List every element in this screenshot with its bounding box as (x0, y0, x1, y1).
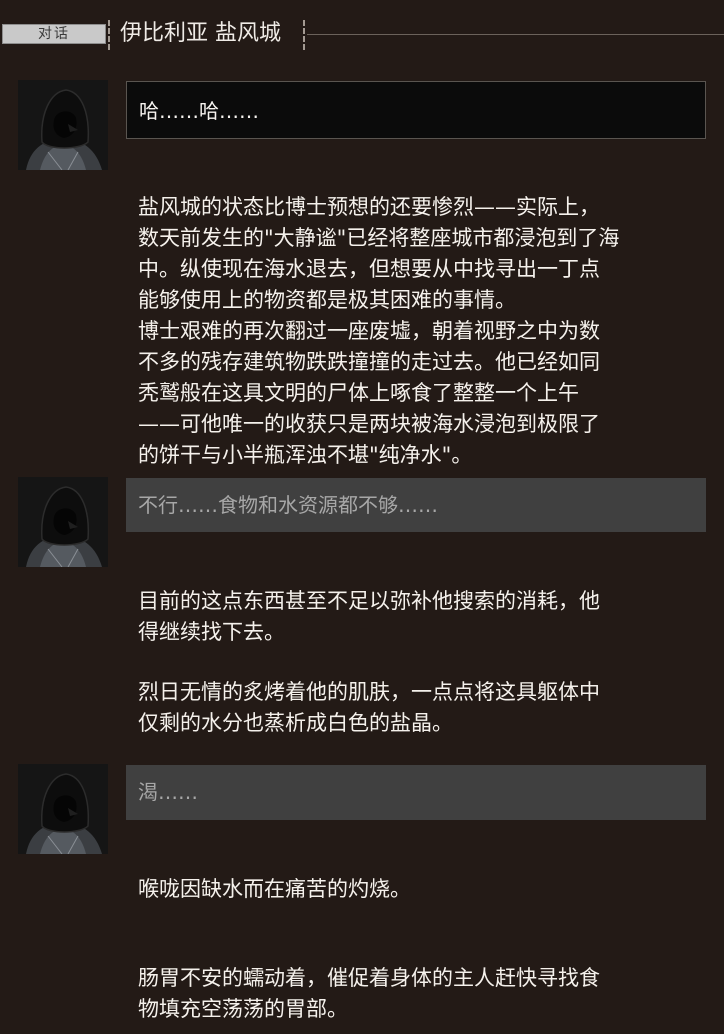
header-divider-right (303, 20, 307, 50)
narration-paragraph: 烈日无情的炙烤着他的肌肤，一点点将这具躯体中 仅剩的水分也蒸析成白色的盐晶。 (138, 677, 698, 739)
header-rule (307, 34, 724, 35)
hooded-figure-portrait (18, 477, 108, 567)
narration-line: 数天前发生的"大静谧"已经将整座城市都浸泡到了海 (138, 226, 620, 250)
speaker-avatar (18, 477, 108, 567)
narration-line: 不多的残存建筑物跌跌撞撞的走过去。他已经如同 (138, 350, 600, 374)
narration-line: 得继续找下去。 (138, 620, 285, 644)
dialogue-box[interactable]: 渴…… (126, 765, 706, 820)
narration-line: ——可他唯一的收获只是两块被海水浸泡到极限了 (138, 412, 600, 436)
dialogue-tag: 对话 (2, 24, 106, 44)
dialogue-box[interactable]: 不行……食物和水资源都不够…… (126, 478, 706, 532)
narration-line: 中。纵使现在海水退去，但想要从中找寻出一丁点 (138, 257, 600, 281)
narration-line: 盐风城的状态比博士预想的还要惨烈——实际上， (138, 195, 600, 219)
dialogue-line: 不行……食物和水资源都不够…… (138, 493, 438, 517)
header-divider-left (108, 20, 112, 50)
narration-line: 秃鹫般在这具文明的尸体上啄食了整整一个上午 (138, 381, 579, 405)
narration-paragraph: 盐风城的状态比博士预想的还要惨烈——实际上， 数天前发生的"大静谧"已经将整座城… (138, 192, 698, 471)
narration-line: 仅剩的水分也蒸析成白色的盐晶。 (138, 711, 453, 735)
dialogue-box-active[interactable]: 哈……哈…… (126, 81, 706, 139)
narration-line: 目前的这点东西甚至不足以弥补他搜索的消耗，他 (138, 589, 600, 613)
hooded-figure-portrait (18, 80, 108, 170)
narration-paragraph: 肠胃不安的蠕动着，催促着身体的主人赶快寻找食 物填充空荡荡的胃部。 (138, 963, 698, 1025)
speaker-avatar (18, 764, 108, 854)
location-title: 伊比利亚 盐风城 (120, 21, 281, 46)
scene-header: 对话 伊比利亚 盐风城 (0, 16, 724, 56)
narration-line: 博士艰难的再次翻过一座废墟，朝着视野之中为数 (138, 319, 600, 343)
narration-line: 能够使用上的物资都是极其困难的事情。 (138, 288, 516, 312)
narration-line: 喉咙因缺水而在痛苦的灼烧。 (138, 877, 411, 901)
narration-paragraph: 喉咙因缺水而在痛苦的灼烧。 (138, 874, 698, 905)
narration-line: 烈日无情的炙烤着他的肌肤，一点点将这具躯体中 (138, 680, 600, 704)
narration-paragraph: 目前的这点东西甚至不足以弥补他搜索的消耗，他 得继续找下去。 (138, 586, 698, 648)
dialogue-line: 渴…… (138, 780, 198, 804)
narration-line: 肠胃不安的蠕动着，催促着身体的主人赶快寻找食 (138, 966, 600, 990)
speaker-avatar (18, 80, 108, 170)
hooded-figure-portrait (18, 764, 108, 854)
dialogue-line: 哈……哈…… (139, 99, 259, 123)
narration-line: 物填充空荡荡的胃部。 (138, 997, 348, 1021)
narration-line: 的饼干与小半瓶浑浊不堪"纯净水"。 (138, 443, 473, 467)
